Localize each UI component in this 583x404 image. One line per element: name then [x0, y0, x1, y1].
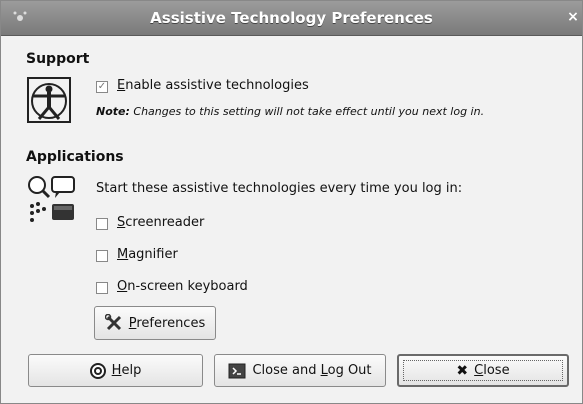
tools-icon [104, 314, 121, 331]
close-button[interactable]: ✖ Close [397, 354, 569, 387]
window-title: Assistive Technology Preferences [150, 9, 433, 27]
accessibility-vitruvian-icon [27, 77, 71, 123]
help-button[interactable]: Help [28, 354, 203, 387]
enable-rest: nable assistive technologies [125, 78, 309, 93]
enable-assistive-checkbox[interactable]: ✓ [96, 81, 108, 93]
support-heading: Support [26, 51, 90, 67]
title-bar[interactable]: Assistive Technology Preferences × [1, 1, 582, 36]
onscreen-keyboard-label[interactable]: On-screen keyboard [117, 279, 248, 294]
magnifier-checkbox[interactable] [96, 250, 108, 262]
screenreader-checkbox[interactable] [96, 218, 108, 230]
preferences-window: Assistive Technology Preferences × Suppo… [0, 0, 583, 404]
magnifier-label[interactable]: Magnifier [117, 247, 178, 262]
close-and-logout-label: Close and Log Out [252, 363, 372, 378]
preferences-label: Preferences [128, 315, 206, 331]
enable-assistive-label[interactable]: Enable assistive technologies [117, 78, 309, 93]
logout-icon [228, 363, 246, 378]
preferences-button[interactable]: Preferences [94, 306, 216, 340]
focus-ring [403, 360, 563, 381]
applications-intro: Start these assistive technologies every… [96, 181, 463, 196]
close-and-logout-button[interactable]: Close and Log Out [214, 354, 386, 387]
help-label: Help [111, 363, 142, 378]
help-icon [89, 362, 106, 379]
onscreen-keyboard-checkbox[interactable] [96, 282, 108, 294]
assistive-apps-icon [28, 176, 75, 222]
window-close-button[interactable]: × [566, 7, 580, 27]
screenreader-label[interactable]: Screenreader [117, 215, 204, 230]
applications-heading: Applications [26, 149, 124, 165]
support-note: Note: Changes to this setting will not t… [96, 105, 485, 118]
